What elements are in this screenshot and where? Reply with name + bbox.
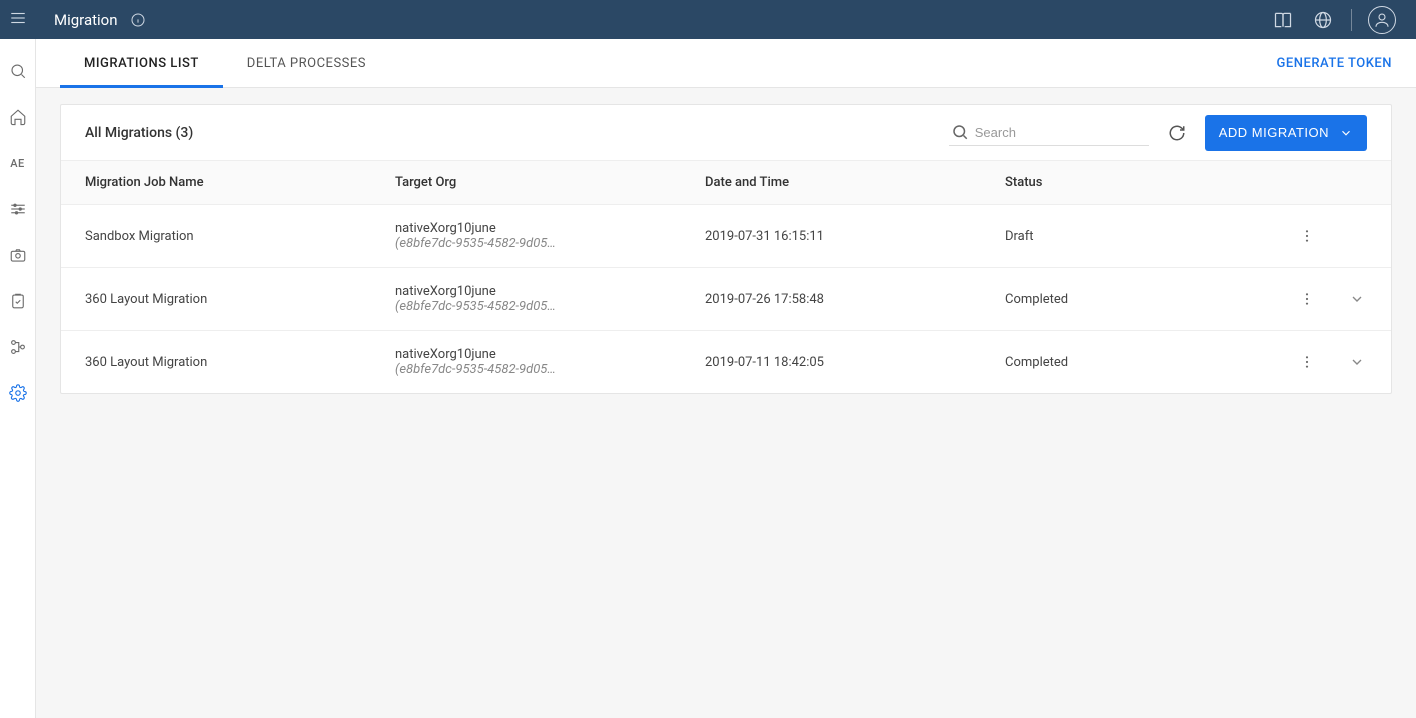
cell-date: 2019-07-11 18:42:05 (681, 331, 981, 394)
cell-actions (1161, 331, 1391, 394)
home-icon[interactable] (8, 107, 28, 127)
cell-status: Completed (981, 268, 1161, 331)
cell-org: nativeXorg10june (e8bfe7dc-9535-4582-9d0… (371, 331, 681, 394)
header-divider (1351, 9, 1352, 31)
generate-token-label: GENERATE TOKEN (1277, 56, 1392, 71)
cell-org: nativeXorg10june (e8bfe7dc-9535-4582-9d0… (371, 205, 681, 268)
table-row: 360 Layout MigrationnativeXorg10june (e8… (61, 331, 1391, 394)
org-name: nativeXorg10june (395, 347, 496, 362)
book-icon[interactable] (1271, 8, 1295, 32)
content-area: All Migrations (3) ADD MIGRATION (36, 88, 1416, 718)
cell-status: Completed (981, 331, 1161, 394)
col-header-name: Migration Job Name (61, 161, 371, 205)
card-title: All Migrations (3) (85, 125, 193, 141)
cell-date: 2019-07-26 17:58:48 (681, 268, 981, 331)
org-id: (e8bfe7dc-9535-4582-9d05… (395, 299, 556, 314)
col-header-status: Status (981, 161, 1161, 205)
chevron-down-icon (1339, 126, 1353, 140)
cell-name: 360 Layout Migration (61, 268, 371, 331)
table-row: 360 Layout MigrationnativeXorg10june (e8… (61, 268, 1391, 331)
col-header-org: Target Org (371, 161, 681, 205)
card-header: All Migrations (3) ADD MIGRATION (61, 105, 1391, 161)
cell-date: 2019-07-31 16:15:11 (681, 205, 981, 268)
search-field-wrap (949, 119, 1149, 146)
org-name: nativeXorg10june (395, 284, 496, 299)
generate-token-link[interactable]: GENERATE TOKEN (1277, 39, 1392, 87)
kebab-menu-icon[interactable] (1297, 289, 1317, 309)
chevron-down-icon[interactable] (1347, 289, 1367, 309)
migrations-card: All Migrations (3) ADD MIGRATION (60, 104, 1392, 394)
clipboard-check-icon[interactable] (8, 291, 28, 311)
org-id: (e8bfe7dc-9535-4582-9d05… (395, 236, 556, 251)
settings-gear-icon[interactable] (8, 383, 28, 403)
cell-actions (1161, 268, 1391, 331)
tabs-bar: MIGRATIONS LIST DELTA PROCESSES GENERATE… (36, 39, 1416, 88)
cell-status: Draft (981, 205, 1161, 268)
search-icon[interactable] (8, 61, 28, 81)
org-name: nativeXorg10june (395, 221, 496, 236)
app-header: Migration (0, 0, 1416, 39)
tab-migrations-list[interactable]: MIGRATIONS LIST (60, 39, 223, 87)
camera-icon[interactable] (8, 245, 28, 265)
page-title: Migration (54, 11, 118, 29)
org-id: (e8bfe7dc-9535-4582-9d05… (395, 362, 556, 377)
cell-name: 360 Layout Migration (61, 331, 371, 394)
tab-label: MIGRATIONS LIST (84, 56, 199, 71)
main-area: MIGRATIONS LIST DELTA PROCESSES GENERATE… (36, 39, 1416, 718)
chevron-down-icon (1347, 226, 1367, 246)
hamburger-menu-icon[interactable] (9, 9, 27, 31)
search-input[interactable] (975, 125, 1147, 140)
chevron-down-icon[interactable] (1347, 352, 1367, 372)
globe-icon[interactable] (1311, 8, 1335, 32)
tab-label: DELTA PROCESSES (247, 56, 366, 71)
kebab-menu-icon[interactable] (1297, 352, 1317, 372)
ae-icon[interactable]: AE (8, 153, 28, 173)
hierarchy-icon[interactable] (8, 337, 28, 357)
search-icon (951, 123, 969, 141)
migrations-table: Migration Job Name Target Org Date and T… (61, 161, 1391, 393)
cell-name: Sandbox Migration (61, 205, 371, 268)
tab-delta-processes[interactable]: DELTA PROCESSES (223, 39, 390, 87)
refresh-icon[interactable] (1167, 123, 1187, 143)
info-icon[interactable] (130, 12, 146, 28)
col-header-date: Date and Time (681, 161, 981, 205)
add-migration-label: ADD MIGRATION (1219, 125, 1329, 140)
levels-icon[interactable] (8, 199, 28, 219)
table-row: Sandbox MigrationnativeXorg10june (e8bfe… (61, 205, 1391, 268)
kebab-menu-icon[interactable] (1297, 226, 1317, 246)
left-sidebar: AE (0, 39, 36, 718)
cell-actions (1161, 205, 1391, 268)
add-migration-button[interactable]: ADD MIGRATION (1205, 115, 1367, 151)
cell-org: nativeXorg10june (e8bfe7dc-9535-4582-9d0… (371, 268, 681, 331)
col-header-actions (1161, 161, 1391, 205)
user-avatar[interactable] (1368, 6, 1396, 34)
